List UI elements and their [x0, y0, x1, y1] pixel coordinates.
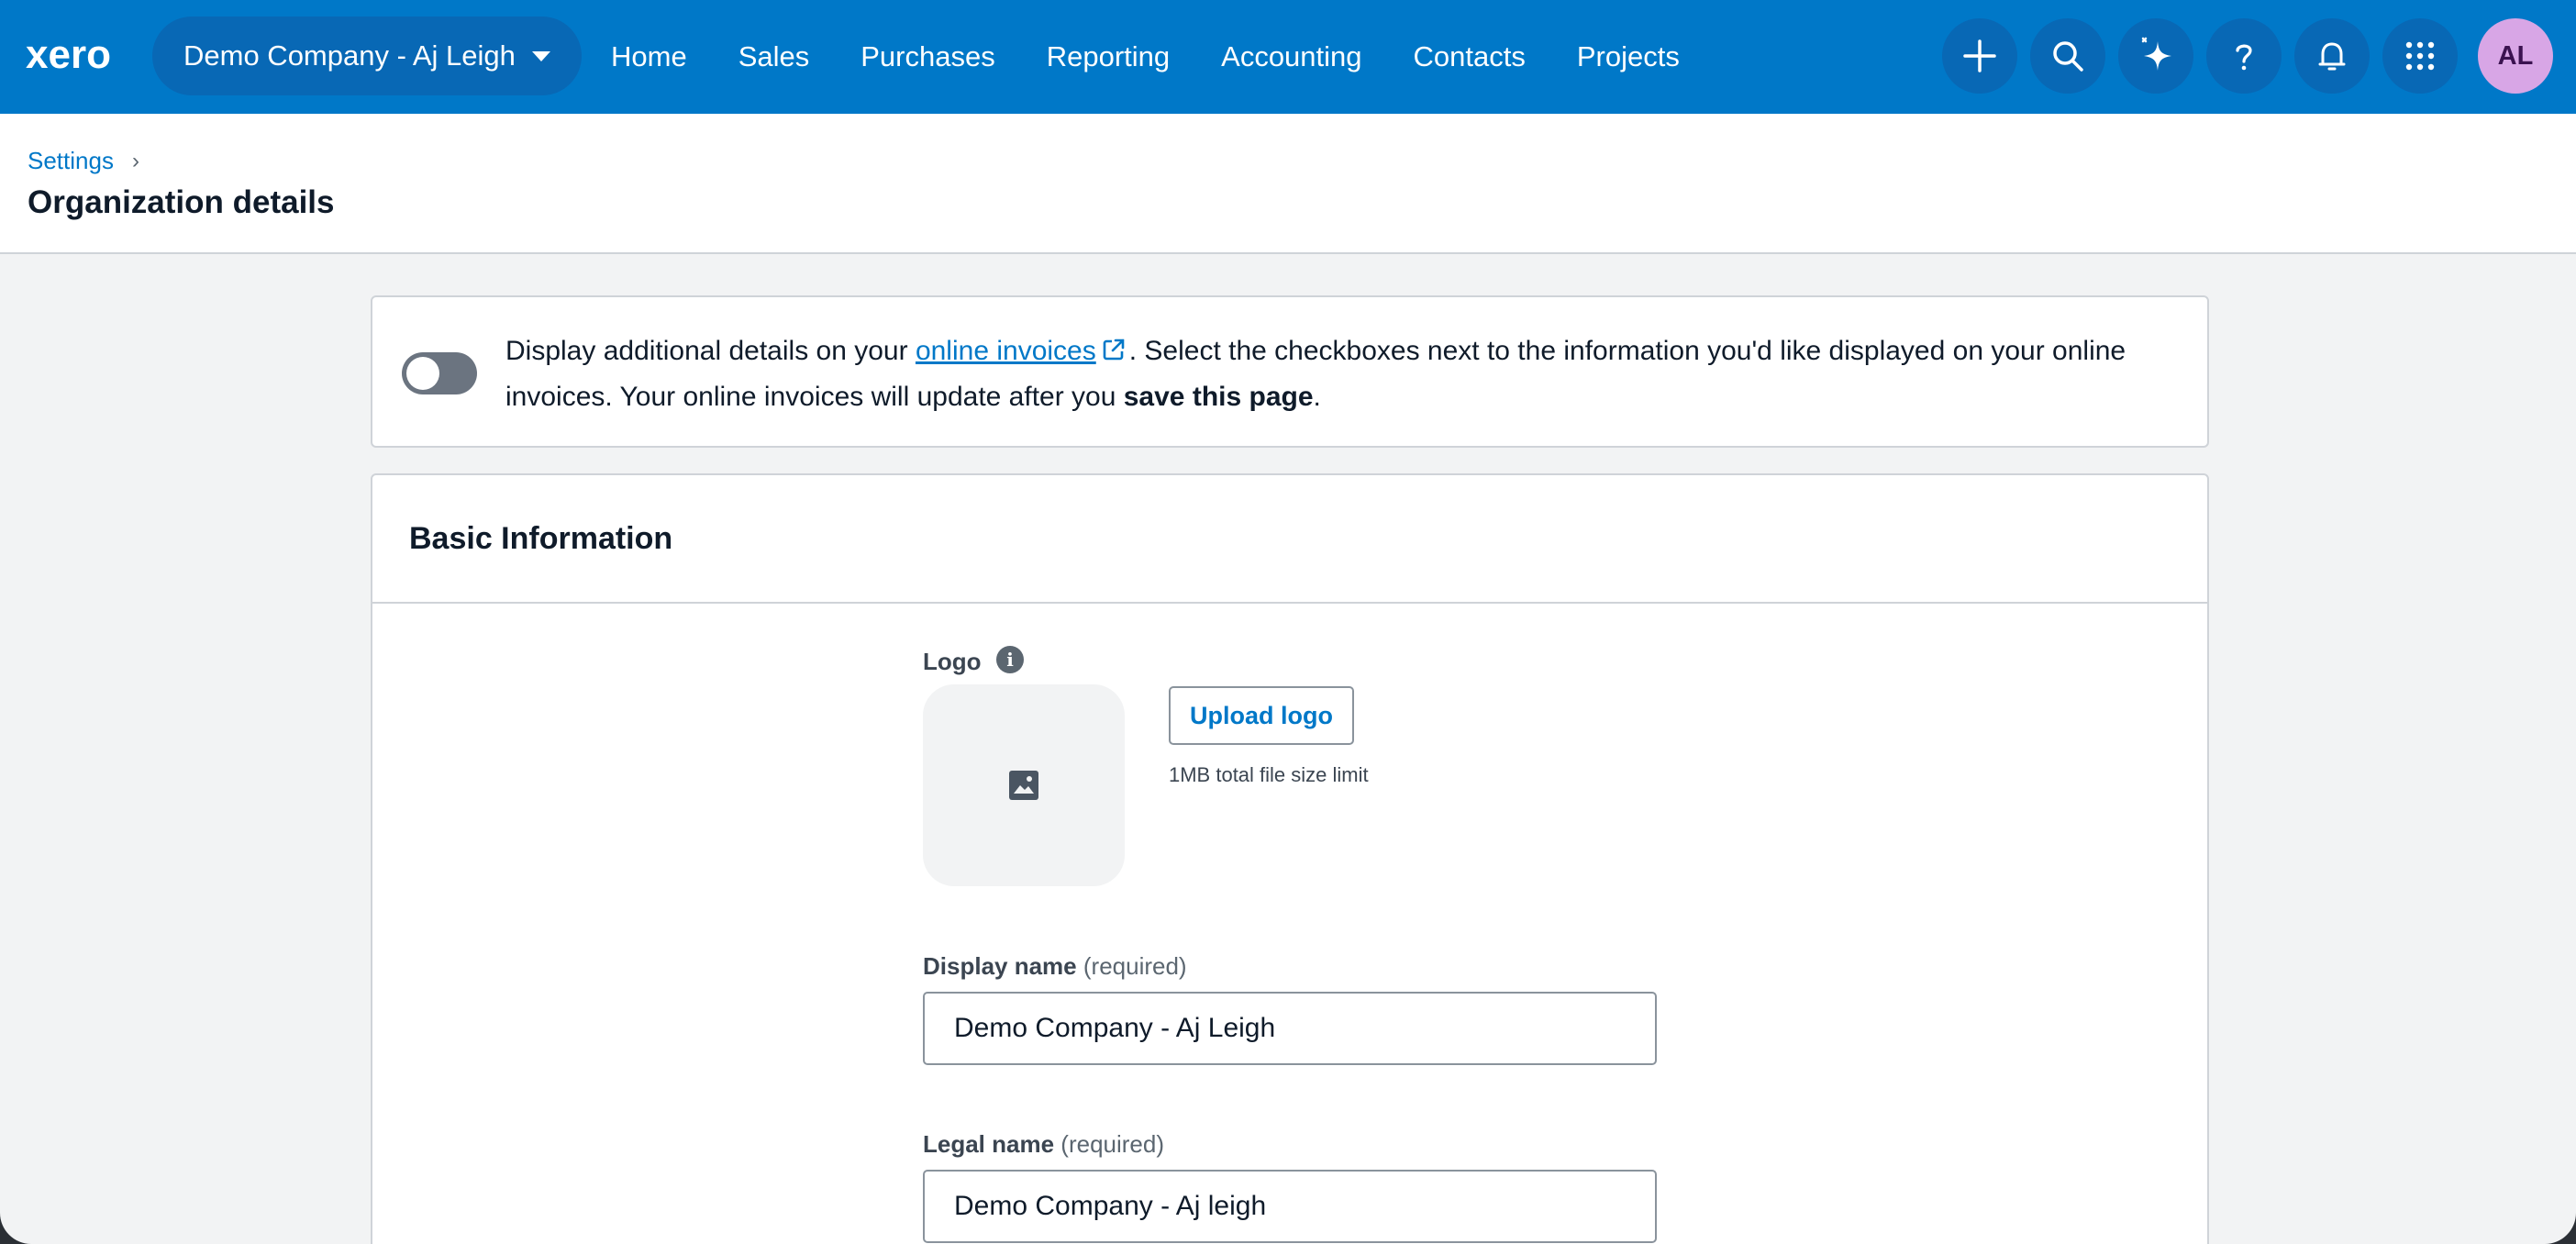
create-new-button[interactable] [1942, 18, 2017, 94]
logo-placeholder [923, 684, 1125, 886]
apps-grid-icon [2405, 41, 2435, 71]
ai-assistant-button[interactable] [2118, 18, 2193, 94]
legal-name-label: Legal name (required) [923, 1130, 1164, 1159]
display-name-label: Display name (required) [923, 952, 1187, 981]
banner-save-emphasis: save this page [1123, 382, 1314, 412]
xero-logo[interactable]: xero [26, 33, 132, 77]
card-header: Basic Information [372, 475, 2207, 604]
user-avatar[interactable]: AL [2478, 18, 2553, 94]
legal-name-input[interactable] [923, 1170, 1657, 1243]
svg-text:xero: xero [26, 33, 111, 77]
help-icon [2236, 44, 2252, 71]
required-marker: (required) [1083, 952, 1187, 980]
notifications-button[interactable] [2294, 18, 2370, 94]
main-nav-links: Home Sales Purchases Reporting Accountin… [585, 0, 1705, 114]
logo-label: Logo [923, 648, 982, 675]
organization-switcher[interactable]: Demo Company - Aj Leigh [152, 17, 582, 95]
organization-name: Demo Company - Aj Leigh [183, 39, 516, 72]
display-name-input[interactable] [923, 992, 1657, 1065]
upload-logo-button[interactable]: Upload logo [1169, 686, 1354, 745]
breadcrumb: Settings › [28, 147, 139, 175]
toggle-knob [406, 357, 439, 390]
banner-message: Display additional details on your onlin… [505, 328, 2184, 420]
nav-link-purchases[interactable]: Purchases [835, 40, 1020, 73]
upload-size-hint: 1MB total file size limit [1169, 763, 1369, 786]
page-title: Organization details [28, 184, 335, 220]
top-navigation-bar: xero Demo Company - Aj Leigh Home Sales … [0, 0, 2576, 114]
legal-name-label-text: Legal name [923, 1130, 1055, 1158]
bell-icon [2318, 42, 2346, 71]
apps-menu-button[interactable] [2382, 18, 2458, 94]
app-window: xero Demo Company - Aj Leigh Home Sales … [0, 0, 2576, 1244]
basic-information-card: Basic Information Logo i Upload logo 1MB… [371, 473, 2209, 1244]
info-icon[interactable]: i [996, 646, 1024, 673]
caret-down-icon [531, 50, 550, 61]
nav-link-sales[interactable]: Sales [713, 40, 836, 73]
image-icon [1009, 771, 1038, 800]
nav-link-home[interactable]: Home [585, 40, 713, 73]
display-name-label-text: Display name [923, 952, 1077, 980]
nav-link-contacts[interactable]: Contacts [1388, 40, 1551, 73]
help-button[interactable] [2206, 18, 2282, 94]
search-icon [2053, 41, 2083, 72]
plus-icon [1963, 39, 1996, 72]
nav-link-accounting[interactable]: Accounting [1195, 40, 1387, 73]
banner-text-after: . [1313, 382, 1321, 412]
external-link-icon [1103, 339, 1125, 361]
online-invoices-link[interactable]: online invoices [916, 336, 1096, 366]
online-invoices-banner: Display additional details on your onlin… [371, 295, 2209, 448]
banner-text-before: Display additional details on your [505, 336, 916, 366]
required-marker: (required) [1060, 1130, 1165, 1158]
nav-link-reporting[interactable]: Reporting [1021, 40, 1195, 73]
card-title: Basic Information [409, 520, 673, 556]
search-button[interactable] [2030, 18, 2105, 94]
nav-link-projects[interactable]: Projects [1551, 40, 1705, 73]
chevron-right-icon: › [131, 148, 139, 173]
online-invoice-details-toggle[interactable] [402, 352, 477, 394]
sparkle-icon [2141, 37, 2171, 71]
page-header: Settings › Organization details [0, 114, 2576, 254]
breadcrumb-settings-link[interactable]: Settings [28, 147, 114, 175]
